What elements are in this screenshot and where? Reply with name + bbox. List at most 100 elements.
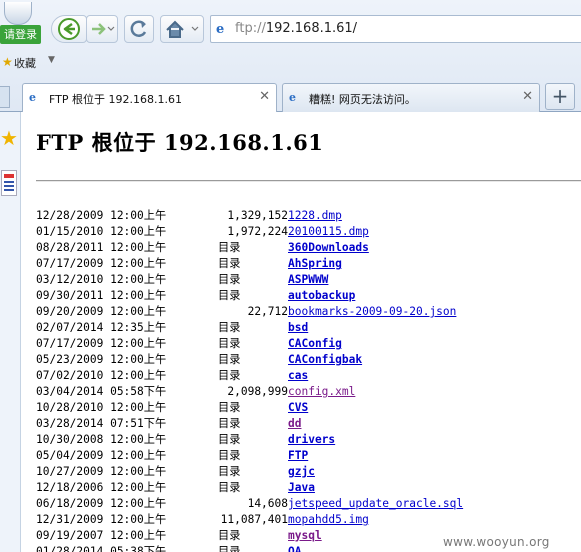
file-link[interactable]: config.xml (288, 384, 355, 400)
entry-date: 07/02/2010 12:00上午 (36, 369, 167, 382)
list-item: 12/28/2009 12:00上午 1,329,152 1228.dmp (36, 208, 581, 224)
entry-size: 1,972,224 (227, 225, 288, 238)
entry-date: 10/28/2010 12:00上午 (36, 401, 167, 414)
home-icon (166, 20, 199, 38)
entry-directory-label: 目录 (218, 289, 241, 302)
list-item: 07/17/2009 12:00上午 目录 AhSpring (36, 256, 581, 272)
avatar[interactable] (4, 2, 32, 25)
file-link[interactable]: jetspeed_update_oracle.sql (288, 496, 463, 512)
browser-chrome: 请登录 e ftp://192.168.1.61/ ★ 收藏 ▼ e FTP 根… (0, 0, 581, 113)
entry-date: 03/28/2014 07:51下午 (36, 417, 167, 430)
list-item: 03/28/2014 07:51下午 目录 dd (36, 416, 581, 432)
entry-date: 02/07/2014 12:35上午 (36, 321, 167, 334)
chevron-down-icon[interactable]: ▼ (48, 55, 55, 65)
news-feed-icon[interactable] (1, 170, 17, 196)
entry-date: 12/28/2009 12:00上午 (36, 209, 167, 222)
file-link[interactable]: bookmarks-2009-09-20.json (288, 304, 456, 320)
page-icon: e (216, 22, 225, 37)
entry-date: 07/17/2009 12:00上午 (36, 257, 167, 270)
favorites-label[interactable]: 收藏 (14, 55, 36, 71)
folder-link[interactable]: Java (288, 480, 315, 496)
entry-directory-label: 目录 (218, 465, 241, 478)
favorites-star-icon[interactable]: ★ (0, 126, 18, 150)
tab-bar: e FTP 根位于 192.168.1.61 ✕ e 糟糕! 网页无法访问。 ✕… (0, 80, 581, 113)
tab-label: 糟糕! 网页无法访问。 (309, 93, 416, 106)
entry-date: 03/04/2014 05:58下午 (36, 385, 167, 398)
entry-size: 1,329,152 (227, 209, 288, 222)
entry-directory-label: 目录 (218, 369, 241, 382)
file-link[interactable]: 1228.dmp (288, 208, 342, 224)
folder-link[interactable]: dd (288, 416, 301, 432)
page-content: FTP 根位于 192.168.1.61 12/28/2009 12:00上午 1… (21, 112, 581, 552)
watermark: www.wooyun.org (443, 535, 550, 549)
list-item: 05/04/2009 12:00上午 目录 FTP (36, 448, 581, 464)
entry-date: 01/15/2010 12:00上午 (36, 225, 167, 238)
address-bar[interactable]: e ftp://192.168.1.61/ (210, 15, 581, 43)
entry-directory-label: 目录 (218, 417, 241, 430)
entry-date: 01/28/2014 05:38下午 (36, 545, 167, 552)
folder-link[interactable]: gzjc (288, 464, 315, 480)
entry-directory-label: 目录 (218, 401, 241, 414)
forward-arrow-icon (92, 23, 115, 35)
list-item: 05/23/2009 12:00上午 目录 CAConfigbak (36, 352, 581, 368)
divider (36, 180, 581, 182)
entry-directory-label: 目录 (218, 545, 241, 552)
list-item: 03/04/2014 05:58下午 2,098,999 config.xml (36, 384, 581, 400)
refresh-button[interactable] (124, 15, 154, 43)
folder-link[interactable]: CAConfig (288, 336, 342, 352)
entry-size: 2,098,999 (227, 385, 288, 398)
entry-directory-label: 目录 (218, 353, 241, 366)
entry-date: 09/30/2011 12:00上午 (36, 289, 167, 302)
list-item: 10/28/2010 12:00上午 目录 CVS (36, 400, 581, 416)
tab-ftp-root[interactable]: e FTP 根位于 192.168.1.61 ✕ (22, 83, 277, 113)
entry-directory-label: 目录 (218, 449, 241, 462)
list-item: 06/18/2009 12:00上午 14,608 jetspeed_update_… (36, 496, 581, 512)
folder-link[interactable]: autobackup (288, 288, 355, 304)
tab-label: FTP 根位于 192.168.1.61 (49, 93, 182, 106)
tab-error-page[interactable]: e 糟糕! 网页无法访问。 ✕ (282, 83, 540, 112)
folder-link[interactable]: ASPWWW (288, 272, 328, 288)
list-item: 12/31/2009 12:00上午 11,087,401 mopahdd5.img (36, 512, 581, 528)
entry-directory-label: 目录 (218, 257, 241, 270)
folder-link[interactable]: cas (288, 368, 308, 384)
folder-link[interactable]: 360Downloads (288, 240, 369, 256)
close-icon[interactable]: ✕ (522, 89, 533, 104)
entry-date: 06/18/2009 12:00上午 (36, 497, 167, 510)
entry-size: 22,712 (247, 305, 288, 318)
entry-date: 05/23/2009 12:00上午 (36, 353, 167, 366)
address-url[interactable]: ftp://192.168.1.61/ (235, 21, 357, 36)
entry-date: 03/12/2010 12:00上午 (36, 273, 167, 286)
list-item: 08/28/2011 12:00上午 目录 360Downloads (36, 240, 581, 256)
list-item: 07/17/2009 12:00上午 目录 CAConfig (36, 336, 581, 352)
list-item: 02/07/2014 12:35上午 目录 bsd (36, 320, 581, 336)
folder-link[interactable]: CAConfigbak (288, 352, 362, 368)
folder-link[interactable]: CVS (288, 400, 308, 416)
entry-directory-label: 目录 (218, 529, 241, 542)
folder-link[interactable]: bsd (288, 320, 308, 336)
folder-link[interactable]: drivers (288, 432, 335, 448)
folder-link[interactable]: OA (288, 544, 301, 552)
entry-date: 05/04/2009 12:00上午 (36, 449, 167, 462)
list-item: 07/02/2010 12:00上午 目录 cas (36, 368, 581, 384)
tab-page-icon: e (289, 91, 296, 104)
file-link[interactable]: mopahdd5.img (288, 512, 369, 528)
entry-date: 12/18/2006 12:00上午 (36, 481, 167, 494)
entry-directory-label: 目录 (218, 321, 241, 334)
entry-date: 07/17/2009 12:00上午 (36, 337, 167, 350)
folder-link[interactable]: FTP (288, 448, 308, 464)
page-title: FTP 根位于 192.168.1.61 (36, 130, 324, 155)
home-button[interactable] (160, 15, 204, 43)
new-tab-button[interactable]: + (545, 83, 575, 110)
login-button[interactable]: 请登录 (0, 25, 41, 44)
file-link[interactable]: 20100115.dmp (288, 224, 369, 240)
forward-button[interactable] (86, 15, 118, 43)
folder-link[interactable]: mysql (288, 528, 322, 544)
back-button[interactable] (51, 15, 87, 43)
folder-link[interactable]: AhSpring (288, 256, 342, 272)
sidebar-toggle[interactable] (0, 86, 10, 108)
back-arrow-icon (58, 18, 80, 40)
title-bar (0, 0, 581, 8)
entry-size: 11,087,401 (220, 513, 288, 526)
favorites-star-icon: ★ (2, 55, 13, 69)
close-icon[interactable]: ✕ (259, 89, 270, 104)
